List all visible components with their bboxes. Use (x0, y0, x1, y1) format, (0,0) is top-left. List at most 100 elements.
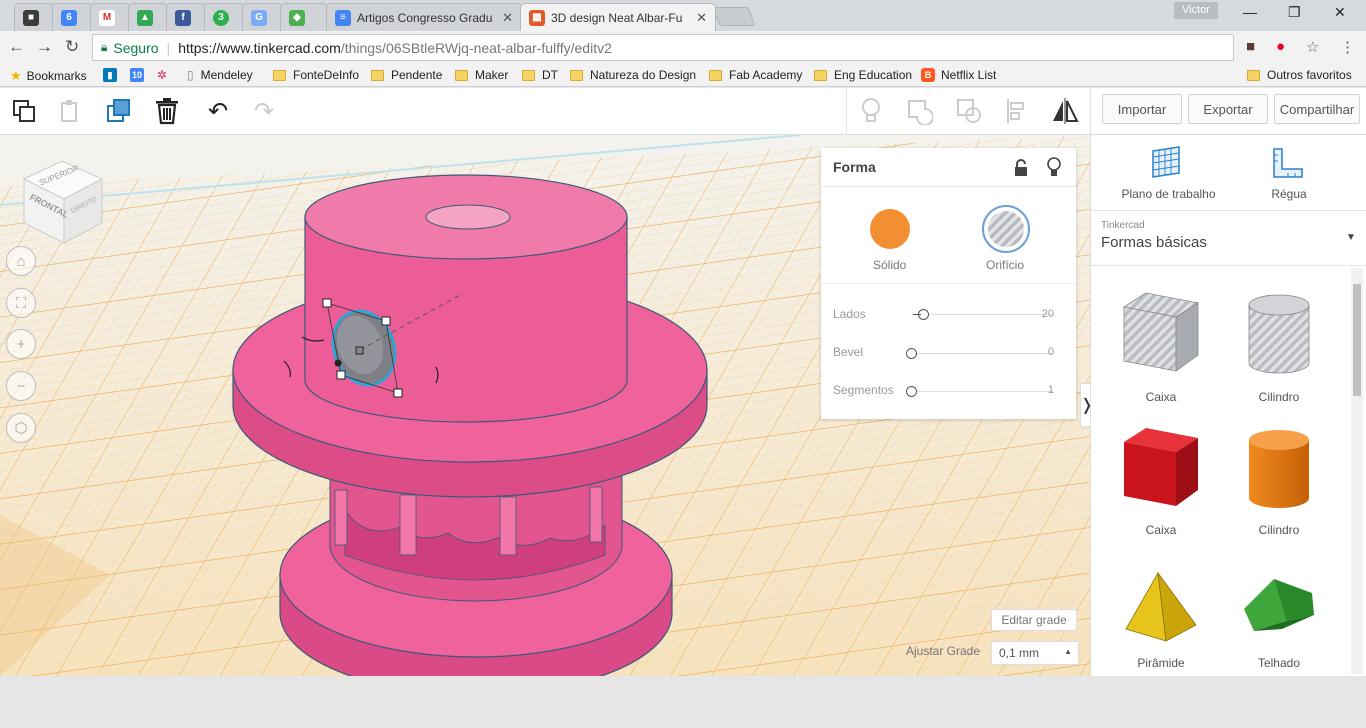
bookmark-folder[interactable]: Fab Academy (709, 68, 802, 82)
workplane-icon (1152, 146, 1180, 178)
bookmark-folder[interactable]: Pendente (371, 68, 442, 82)
zoom-out-button[interactable]: − (6, 371, 36, 401)
perspective-button[interactable]: ⬡ (6, 413, 36, 443)
scrollbar-thumb[interactable] (1353, 284, 1361, 396)
back-icon[interactable]: ← (8, 37, 25, 57)
lock-icon[interactable] (1013, 158, 1029, 183)
browser-tab[interactable]: f (166, 3, 206, 31)
edit-grid-button[interactable]: Editar grade (991, 609, 1077, 631)
calendar-bookmark[interactable]: 10 (130, 68, 150, 82)
new-tab-button[interactable] (712, 7, 756, 26)
solid-color-swatch[interactable] (870, 209, 910, 249)
view-cube[interactable]: SUPERIOR FRONTAL DIREITO (22, 157, 104, 247)
translate-favicon-icon: G (251, 9, 267, 26)
minimize-icon[interactable]: — (1243, 4, 1257, 20)
shape-box-hole[interactable]: Caixa (1106, 277, 1216, 407)
sidebar-scrollbar[interactable] (1351, 268, 1363, 674)
export-button[interactable]: Exportar (1188, 94, 1268, 124)
slider-knob[interactable] (906, 348, 917, 359)
share-button[interactable]: Compartilhar (1274, 94, 1360, 124)
segments-slider[interactable] (906, 386, 1053, 397)
import-button[interactable]: Importar (1102, 94, 1182, 124)
divider (846, 88, 847, 135)
restore-icon[interactable]: ❐ (1288, 4, 1301, 21)
profile-button[interactable]: Victor (1174, 2, 1218, 19)
bookmark-folder[interactable]: Eng Education (814, 68, 912, 82)
browser-tab[interactable]: 3 (204, 3, 244, 31)
light-button[interactable] (855, 95, 887, 127)
divider (1091, 210, 1366, 211)
page-icon: ▯ (187, 68, 194, 82)
close-icon[interactable]: ✕ (696, 10, 707, 26)
shape-box-red[interactable]: Caixa (1106, 410, 1216, 540)
shape-label: Pirâmide (1137, 656, 1185, 670)
browser-tab-active[interactable]: ▦ 3D design Neat Albar-Fu ✕ (520, 3, 716, 31)
shape-cylinder-orange[interactable]: Cilindro (1224, 410, 1334, 540)
category-label: Tinkercad (1101, 220, 1145, 231)
forward-icon[interactable]: → (36, 37, 53, 57)
bookmark-folder[interactable]: Natureza do Design (570, 68, 696, 82)
browser-tab[interactable]: G (242, 3, 282, 31)
address-bar[interactable]: 🔒︎ Seguro | https://www.tinkercad.com/th… (92, 34, 1234, 61)
workplane-button[interactable] (1149, 145, 1183, 184)
slack-bookmark[interactable]: ✲ (157, 68, 167, 82)
zoom-in-button[interactable]: + (6, 329, 36, 359)
ruler-button[interactable] (1271, 147, 1305, 184)
redo-icon: ↷ (253, 97, 275, 125)
whatsapp-favicon-icon: 3 (213, 9, 229, 26)
delete-button[interactable] (151, 95, 183, 127)
hole-option-selected[interactable] (982, 205, 1030, 253)
other-bookmarks[interactable]: Outros favoritos (1247, 68, 1352, 82)
undo-button[interactable]: ↶ (202, 95, 234, 127)
paste-button[interactable] (54, 95, 86, 127)
lightbulb-icon[interactable] (1046, 157, 1062, 184)
folder-icon (570, 69, 583, 81)
redo-button[interactable]: ↷ (248, 95, 280, 127)
browser-tab[interactable]: M (90, 3, 130, 31)
folder-icon (455, 69, 468, 81)
browser-tab[interactable]: ◆ (280, 3, 328, 31)
segments-value: 1 (1047, 384, 1054, 396)
reload-icon[interactable]: ↻ (65, 37, 79, 57)
ungroup-icon (957, 99, 981, 123)
star-icon[interactable]: ☆ (1306, 38, 1319, 56)
shape-cylinder-hole[interactable]: Cilindro (1224, 277, 1334, 407)
bevel-value: 0 (1047, 346, 1054, 358)
shape-pyramid-yellow[interactable]: Pirâmide (1106, 543, 1216, 673)
menu-icon[interactable]: ⋮ (1340, 38, 1355, 56)
tab-title: Artigos Congresso Gradu (357, 10, 493, 25)
app-favicon-icon: ■ (23, 9, 39, 26)
bookmark-folder[interactable]: DT (522, 68, 558, 82)
bookmark-folder[interactable]: FonteDeInfo (273, 68, 359, 82)
browser-tab[interactable]: 6 (52, 3, 92, 31)
bookmark-folder[interactable]: Maker (455, 68, 508, 82)
slider-knob[interactable] (906, 386, 917, 397)
group-button[interactable] (903, 95, 935, 127)
home-view-button[interactable]: ⌂ (6, 246, 36, 276)
close-window-icon[interactable]: ✕ (1334, 4, 1346, 21)
pinterest-icon[interactable]: ● (1276, 38, 1285, 55)
align-button[interactable] (1001, 95, 1033, 127)
sides-slider[interactable] (913, 309, 1053, 320)
chevron-down-icon[interactable]: ▼ (1346, 232, 1356, 243)
bookmark-item[interactable]: ▯ Mendeley (187, 68, 253, 82)
mirror-button[interactable] (1049, 95, 1081, 127)
undo-icon: ↶ (207, 97, 229, 125)
ungroup-button[interactable] (953, 95, 985, 127)
shape-roof-green[interactable]: Telhado (1224, 543, 1334, 673)
bevel-slider[interactable] (906, 348, 1053, 359)
extension-icon[interactable]: ■ (1246, 38, 1255, 55)
snap-grid-select[interactable]: 0,1 mm ▲ (991, 641, 1079, 665)
bookmark-item[interactable]: B Netflix List (921, 68, 996, 82)
duplicate-button[interactable] (103, 95, 135, 127)
fit-view-button[interactable]: ⛶ (6, 288, 36, 318)
bookmark-item[interactable]: ★ Bookmarks (10, 68, 87, 84)
spool-top-cylinder[interactable] (304, 174, 628, 423)
library-select[interactable]: Formas básicas (1101, 234, 1207, 251)
browser-tab[interactable]: ■ (14, 3, 54, 31)
copy-button[interactable] (8, 95, 40, 127)
browser-tab[interactable]: ▲ (128, 3, 168, 31)
trello-bookmark[interactable]: ▮ (103, 68, 123, 82)
close-icon[interactable]: ✕ (502, 10, 513, 26)
browser-tab[interactable]: ≡ Artigos Congresso Gradu ✕ (326, 3, 522, 31)
